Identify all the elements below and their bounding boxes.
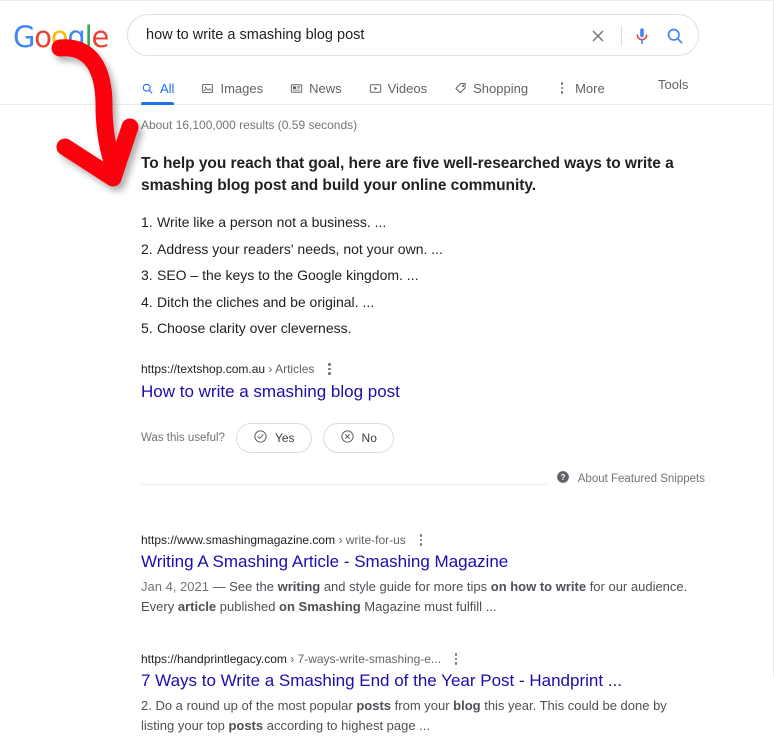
snippet-list: Write like a person not a business. ... … (141, 211, 701, 339)
desc-tail: Magazine must fulfill ... (360, 599, 497, 614)
desc-bold-1: writing (277, 579, 321, 594)
search-box[interactable] (127, 14, 699, 56)
desc-bold-1: posts (356, 698, 392, 713)
tab-shopping[interactable]: Shopping (454, 71, 542, 105)
feedback-no-button[interactable]: No (322, 423, 394, 453)
result-description: Jan 4, 2021 — See the writing and style … (141, 577, 701, 617)
cite-path: 7-ways-write-smashing-e... (297, 652, 441, 666)
desc-mid-3: published (216, 599, 280, 614)
check-circle-icon (253, 429, 268, 447)
google-logo[interactable]: Google (13, 22, 109, 52)
about-featured-snippets-label: About Featured Snippets (577, 472, 705, 485)
results-count: About 16,100,000 results (0.59 seconds) (141, 118, 358, 132)
x-circle-icon (340, 429, 355, 447)
snippet-footer: ? About Featured Snippets (141, 470, 705, 498)
cite-domain: https://textshop.com.au (141, 362, 266, 376)
microphone-icon[interactable] (631, 25, 653, 47)
desc-bold-4: on Smashing (279, 599, 361, 614)
result-options-icon[interactable] (322, 361, 336, 377)
tab-more[interactable]: More (555, 71, 619, 105)
search-divider (621, 26, 622, 46)
cite-separator: › (268, 362, 273, 376)
desc-mid-1: from your (391, 698, 454, 713)
search-results-page: Google how to write a smashing blog post… (0, 0, 774, 733)
search-input[interactable] (146, 15, 586, 55)
result-options-icon[interactable] (414, 532, 428, 548)
result-options-icon[interactable] (449, 651, 463, 667)
feedback-no-label: No (361, 431, 377, 445)
tab-all-label: All (160, 80, 175, 96)
feedback-yes-button[interactable]: Yes (235, 423, 312, 453)
desc-mid-1: and style guide for more tips (320, 579, 491, 594)
snippet-cite-row: https://textshop.com.au › Articles (141, 361, 701, 377)
cite-path: Articles (275, 362, 315, 376)
divider (141, 484, 547, 485)
cite-separator: › (338, 533, 343, 547)
desc-mid-3: according to highest page ... (263, 718, 431, 733)
tab-videos-label: Videos (387, 80, 428, 96)
tools-button[interactable]: Tools (658, 77, 688, 92)
help-icon: ? (556, 470, 570, 487)
tab-news-label: News (309, 80, 342, 96)
about-featured-snippets-link[interactable]: ? About Featured Snippets (556, 470, 705, 487)
snippet-feedback: Was this useful? Yes No (141, 423, 701, 453)
feedback-yes-label: Yes (274, 431, 295, 445)
page-header: Google how to write a smashing blog post… (0, 1, 773, 105)
svg-text:?: ? (560, 473, 565, 482)
cite-domain: https://www.smashingmagazine.com (141, 533, 336, 547)
list-item: Write like a person not a business. ... (141, 211, 387, 233)
snippet-result-title[interactable]: How to write a smashing blog post (141, 380, 701, 404)
cite-separator: › (290, 652, 295, 666)
tab-images[interactable]: Images (201, 71, 277, 105)
desc-bold-3: article (177, 599, 217, 614)
tab-shopping-label: Shopping (473, 80, 529, 96)
snippet-heading: To help you reach that goal, here are fi… (141, 155, 674, 194)
result-cite[interactable]: https://www.smashingmagazine.com › write… (141, 532, 406, 548)
tab-all[interactable]: All (141, 71, 188, 105)
result-cite-row: https://handprintlegacy.com › 7-ways-wri… (141, 651, 701, 667)
result-date: Jan 4, 2021 (141, 579, 209, 594)
result-cite[interactable]: https://handprintlegacy.com › 7-ways-wri… (141, 651, 441, 667)
search-result-1: https://www.smashingmagazine.com › write… (141, 532, 701, 617)
results-main: About 16,100,000 results (0.59 seconds) … (141, 105, 705, 736)
result-cite-row: https://www.smashingmagazine.com › write… (141, 532, 701, 548)
cite-domain: https://handprintlegacy.com (141, 652, 287, 666)
list-item: SEO – the keys to the Google kingdom. ..… (141, 264, 419, 286)
tab-news[interactable]: News (290, 71, 356, 105)
result-title[interactable]: 7 Ways to Write a Smashing End of the Ye… (141, 669, 701, 693)
desc-pre: — See the (208, 579, 278, 594)
feedback-question: Was this useful? (141, 432, 225, 444)
search-result-2: https://handprintlegacy.com › 7-ways-wri… (141, 651, 701, 736)
desc-bold-2: on how to write (490, 579, 587, 594)
kebab-icon (555, 80, 569, 96)
snippet-cite[interactable]: https://textshop.com.au › Articles (141, 361, 314, 377)
result-title[interactable]: Writing A Smashing Article - Smashing Ma… (141, 550, 701, 574)
list-item: Address your readers' needs, not your ow… (141, 238, 443, 260)
cite-path: write-for-us (345, 533, 406, 547)
featured-snippet: To help you reach that goal, here are fi… (141, 153, 705, 498)
search-icon[interactable] (665, 26, 685, 46)
desc-pre: 2. Do a round up of the most popular (141, 698, 357, 713)
list-item: Ditch the cliches and be original. ... (141, 291, 375, 313)
tab-videos[interactable]: Videos (369, 71, 442, 105)
desc-bold-3: posts (228, 718, 264, 733)
search-nav-tabs: All Images News Videos Shopping More (141, 71, 632, 105)
tab-images-label: Images (220, 80, 264, 96)
result-description: 2. Do a round up of the most popular pos… (141, 696, 701, 736)
desc-bold-2: blog (453, 698, 481, 713)
close-icon[interactable] (588, 26, 608, 46)
tab-more-label: More (575, 80, 605, 96)
list-item: Choose clarity over cleverness. (141, 317, 352, 339)
